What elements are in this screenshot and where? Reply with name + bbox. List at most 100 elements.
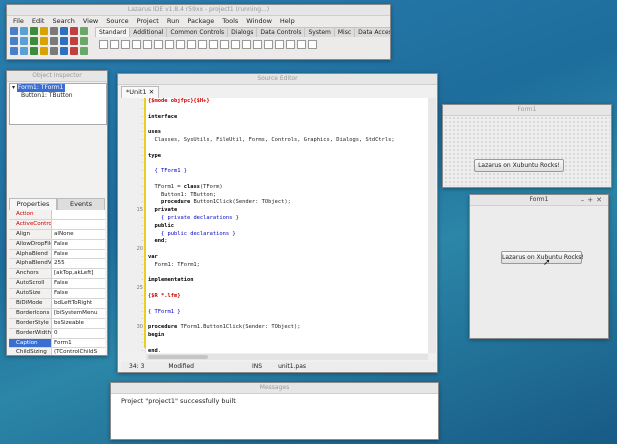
- vertical-scrollbar[interactable]: [428, 98, 436, 353]
- component-icon[interactable]: [154, 40, 163, 49]
- toolbar-button-icon[interactable]: [60, 37, 68, 45]
- component-icon[interactable]: [264, 40, 273, 49]
- editor-tab-unit1[interactable]: *Unit1 ✕: [121, 86, 160, 98]
- component-icon[interactable]: [275, 40, 284, 49]
- toolbar-button-icon[interactable]: [10, 37, 18, 45]
- component-icon[interactable]: [132, 40, 141, 49]
- toolbar-button-icon[interactable]: [80, 47, 88, 55]
- property-value[interactable]: False: [51, 289, 105, 299]
- toolbar-button-icon[interactable]: [50, 47, 58, 55]
- property-value[interactable]: [biSystemMenu: [51, 308, 105, 318]
- rocks-button[interactable]: Lazarus on Xubuntu Rocks!: [501, 251, 584, 264]
- palette-tab-additional[interactable]: Additional: [129, 27, 168, 37]
- menu-item-tools[interactable]: Tools: [219, 16, 241, 26]
- palette-tab-misc[interactable]: Misc: [333, 27, 356, 37]
- toolbar-button-icon[interactable]: [10, 27, 18, 35]
- palette-tab-data-controls[interactable]: Data Controls: [256, 27, 306, 37]
- toolbar-button-icon[interactable]: [60, 47, 68, 55]
- property-row[interactable]: Align alNone: [9, 229, 105, 240]
- property-value[interactable]: [51, 210, 105, 219]
- component-icon[interactable]: [242, 40, 251, 49]
- component-icon[interactable]: [176, 40, 185, 49]
- component-icon[interactable]: [231, 40, 240, 49]
- toolbar-button-icon[interactable]: [50, 37, 58, 45]
- property-value[interactable]: (TControlChildS: [51, 348, 105, 355]
- toolbar-button-icon[interactable]: [30, 27, 38, 35]
- toolbar-button-icon[interactable]: [40, 27, 48, 35]
- toolbar-button-icon[interactable]: [30, 47, 38, 55]
- component-icon[interactable]: [220, 40, 229, 49]
- property-row[interactable]: BorderWidth 0: [9, 328, 105, 339]
- property-row[interactable]: ChildSizing (TControlChildS: [9, 348, 105, 355]
- menu-item-view[interactable]: View: [80, 16, 101, 26]
- component-icon[interactable]: [297, 40, 306, 49]
- toolbar-button-icon[interactable]: [70, 37, 78, 45]
- component-tree[interactable]: ▾ Form1: TForm1 Button1: TButton: [9, 83, 107, 125]
- property-row[interactable]: BorderIcons [biSystemMenu: [9, 308, 105, 319]
- toolbar-button-icon[interactable]: [70, 47, 78, 55]
- menu-item-project[interactable]: Project: [134, 16, 162, 26]
- palette-tab-common-controls[interactable]: Common Controls: [166, 27, 229, 37]
- toolbar-button-icon[interactable]: [20, 27, 28, 35]
- component-icon[interactable]: [165, 40, 174, 49]
- property-value[interactable]: 255: [51, 259, 105, 269]
- property-value[interactable]: [akTop,akLeft]: [51, 269, 105, 279]
- property-value[interactable]: False: [51, 239, 105, 249]
- toolbar-button-icon[interactable]: [60, 27, 68, 35]
- property-row[interactable]: AlphaBlend False: [9, 249, 105, 260]
- menu-item-search[interactable]: Search: [49, 16, 77, 26]
- property-value[interactable]: alNone: [51, 229, 105, 239]
- designer-button[interactable]: Lazarus on Xubuntu Rocks!: [474, 159, 564, 172]
- toolbar-button-icon[interactable]: [80, 27, 88, 35]
- property-value[interactable]: False: [51, 279, 105, 289]
- toolbar-button-icon[interactable]: [40, 47, 48, 55]
- menu-item-package[interactable]: Package: [184, 16, 217, 26]
- property-row[interactable]: BorderStyle bsSizeable: [9, 318, 105, 329]
- palette-tab-standard[interactable]: Standard: [95, 27, 131, 37]
- toolbar-button-icon[interactable]: [10, 47, 18, 55]
- property-row[interactable]: AutoScroll False: [9, 279, 105, 290]
- tree-node-form1[interactable]: ▾ Form1: TForm1: [10, 84, 106, 92]
- component-icon[interactable]: [286, 40, 295, 49]
- toolbar-button-icon[interactable]: [20, 37, 28, 45]
- palette-tab-dialogs[interactable]: Dialogs: [227, 27, 258, 37]
- property-value[interactable]: False: [51, 249, 105, 259]
- build-message[interactable]: Project "project1" successfully built: [121, 397, 236, 405]
- toolbar-button-icon[interactable]: [20, 47, 28, 55]
- palette-tab-data-access[interactable]: Data Access: [354, 27, 390, 37]
- menu-item-file[interactable]: File: [10, 16, 27, 26]
- component-icon[interactable]: [253, 40, 262, 49]
- property-value[interactable]: bdLeftToRight: [51, 299, 105, 308]
- property-row[interactable]: AlphaBlendVal255: [9, 259, 105, 270]
- component-icon[interactable]: [110, 40, 119, 49]
- tree-node-button1[interactable]: Button1: TButton: [10, 92, 106, 100]
- property-value[interactable]: bsSizeable: [51, 318, 105, 328]
- property-row[interactable]: Anchors [akTop,akLeft]: [9, 269, 105, 280]
- property-value[interactable]: 0: [51, 328, 105, 338]
- component-icon[interactable]: [308, 40, 317, 49]
- menu-item-edit[interactable]: Edit: [29, 16, 48, 26]
- property-row[interactable]: BiDiMode bdLeftToRight: [9, 299, 105, 309]
- toolbar-button-icon[interactable]: [30, 37, 38, 45]
- property-row[interactable]: AutoSize False: [9, 289, 105, 300]
- window-controls[interactable]: –+✕: [581, 195, 605, 205]
- toolbar-button-icon[interactable]: [70, 27, 78, 35]
- property-row[interactable]: Caption Form1: [9, 338, 105, 349]
- property-row[interactable]: ActiveControl: [9, 219, 105, 230]
- scroll-thumb[interactable]: [148, 355, 208, 359]
- toolbar-button-icon[interactable]: [40, 37, 48, 45]
- component-icon[interactable]: [121, 40, 130, 49]
- palette-tab-system[interactable]: System: [304, 27, 335, 37]
- code-editor[interactable]: {$mode objfpc}{$H+} interface uses Class…: [146, 98, 428, 353]
- toolbar-button-icon[interactable]: [50, 27, 58, 35]
- property-row[interactable]: Action: [9, 210, 105, 220]
- toolbar-button-icon[interactable]: [80, 37, 88, 45]
- menu-item-help[interactable]: Help: [277, 16, 298, 26]
- component-icon[interactable]: [143, 40, 152, 49]
- component-icon[interactable]: [209, 40, 218, 49]
- menu-item-window[interactable]: Window: [243, 16, 275, 26]
- component-icon[interactable]: [187, 40, 196, 49]
- menu-item-run[interactable]: Run: [164, 16, 182, 26]
- component-icon[interactable]: [198, 40, 207, 49]
- horizontal-scrollbar[interactable]: [146, 354, 428, 360]
